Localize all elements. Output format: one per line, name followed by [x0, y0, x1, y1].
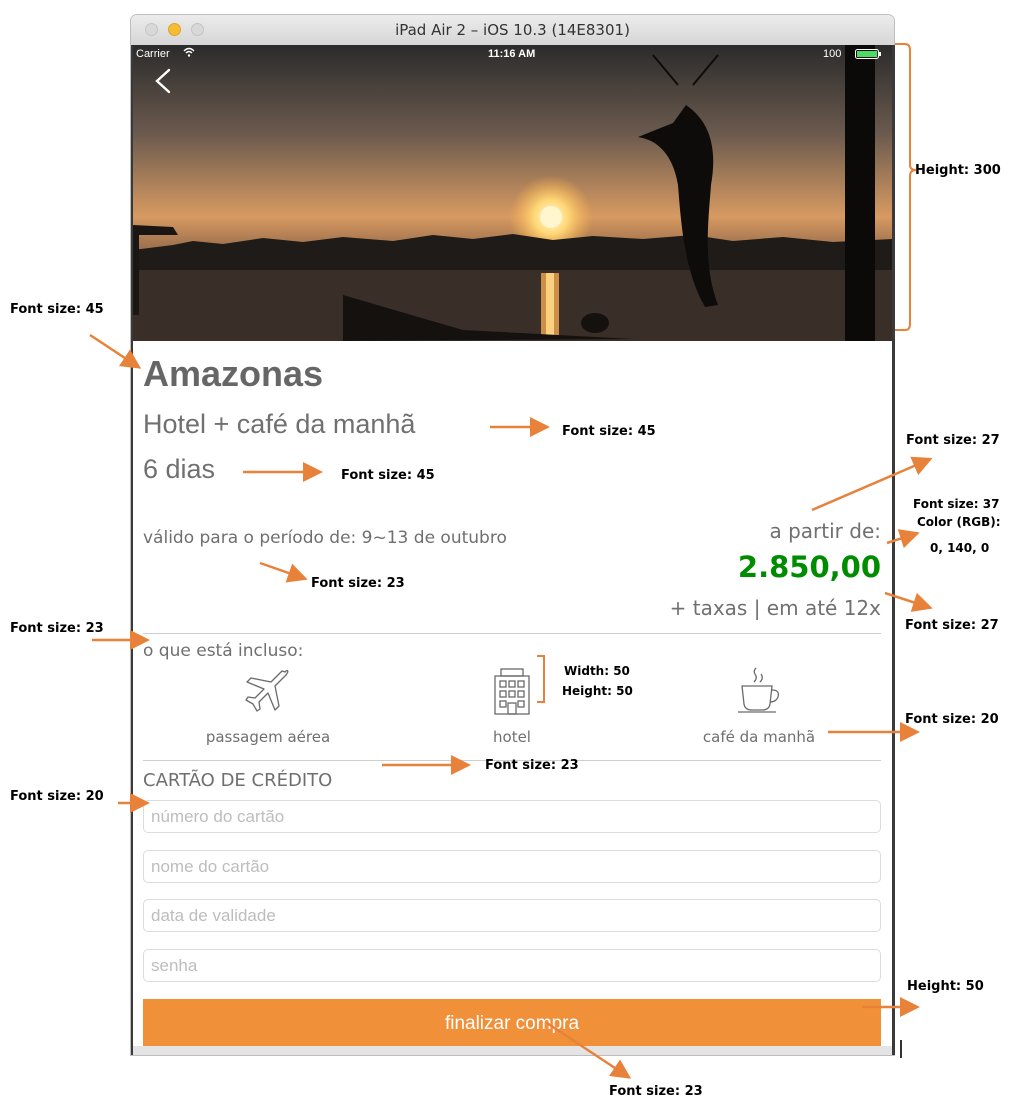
- expiry-date-field[interactable]: data de validade: [143, 899, 881, 932]
- included-item-label: hotel: [493, 728, 531, 746]
- window-titlebar: iPad Air 2 – iOS 10.3 (14E8301): [131, 15, 894, 46]
- frame-edge: [900, 1040, 902, 1058]
- frame-edge: [892, 45, 895, 1055]
- card-name-field[interactable]: nome do cartão: [143, 850, 881, 883]
- airplane-icon: [241, 666, 291, 720]
- annotation-price-color-value: 0, 140, 0: [930, 541, 990, 555]
- validity-text: válido para o período de: 9~13 de outubr…: [143, 528, 507, 548]
- simulator-window: iPad Air 2 – iOS 10.3 (14E8301) Carrier …: [131, 15, 894, 1055]
- price-prefix: a partir de:: [769, 519, 881, 543]
- included-item-label: passagem aérea: [205, 728, 331, 746]
- frame-edge: [131, 45, 133, 1055]
- included-item-label: café da manhã: [702, 728, 816, 746]
- annotation-cc-heading-font: Font size: 23: [485, 758, 579, 773]
- annotation-hero-height: Height: 300: [915, 163, 1001, 178]
- annotation-suffix-font: Font size: 27: [905, 618, 999, 633]
- annotation-icon-width: Width: 50: [564, 664, 630, 678]
- card-number-field[interactable]: número do cartão: [143, 800, 881, 833]
- annotation-button-height: Height: 50: [907, 979, 984, 994]
- annotation-price-font: Font size: 37: [913, 497, 1000, 511]
- annotation-price-color: Color (RGB):: [917, 515, 1001, 529]
- hero-image: Carrier 11:16 AM 100: [133, 45, 892, 341]
- annotation-button-font: Font size: 23: [609, 1084, 703, 1099]
- annotation-subtitle-font: Font size: 45: [562, 424, 656, 439]
- wifi-icon: [183, 47, 195, 60]
- battery-icon: [855, 49, 885, 62]
- window-bottom-bar: [131, 1046, 894, 1055]
- status-time: 11:16 AM: [488, 48, 536, 60]
- price-suffix: + taxas | em até 12x: [669, 596, 881, 620]
- price-value: 2.850,00: [737, 550, 881, 584]
- annotation-icon-height: Height: 50: [562, 684, 633, 698]
- annotation-prefix-font: Font size: 27: [906, 433, 1000, 448]
- annotation-title-font: Font size: 45: [10, 302, 104, 317]
- coffee-cup-icon: [734, 666, 784, 720]
- battery-percent: 100: [823, 48, 842, 60]
- package-duration: 6 dias: [143, 454, 216, 484]
- status-bar: Carrier 11:16 AM 100: [133, 45, 892, 63]
- hotel-building-icon: [487, 666, 537, 720]
- annotation-duration-font: Font size: 45: [341, 468, 435, 483]
- annotation-included-font: Font size: 23: [10, 621, 104, 636]
- carrier-label: Carrier: [136, 48, 170, 60]
- finish-purchase-button[interactable]: finalizar compra: [143, 999, 881, 1049]
- chevron-left-icon: [155, 68, 171, 94]
- package-title: Amazonas: [143, 353, 324, 394]
- window-title: iPad Air 2 – iOS 10.3 (14E8301): [395, 21, 630, 39]
- divider: [143, 633, 881, 634]
- back-button[interactable]: [153, 67, 173, 99]
- password-field[interactable]: senha: [143, 949, 881, 982]
- package-subtitle: Hotel + café da manhã: [143, 409, 416, 439]
- sunset-photo: [133, 45, 892, 341]
- annotation-item-font: Font size: 20: [905, 712, 999, 727]
- credit-card-heading: CARTÃO DE CRÉDITO: [143, 770, 333, 791]
- included-heading: o que está incluso:: [143, 641, 304, 661]
- annotation-validity-font: Font size: 23: [311, 576, 405, 591]
- annotation-field-font: Font size: 20: [10, 789, 104, 804]
